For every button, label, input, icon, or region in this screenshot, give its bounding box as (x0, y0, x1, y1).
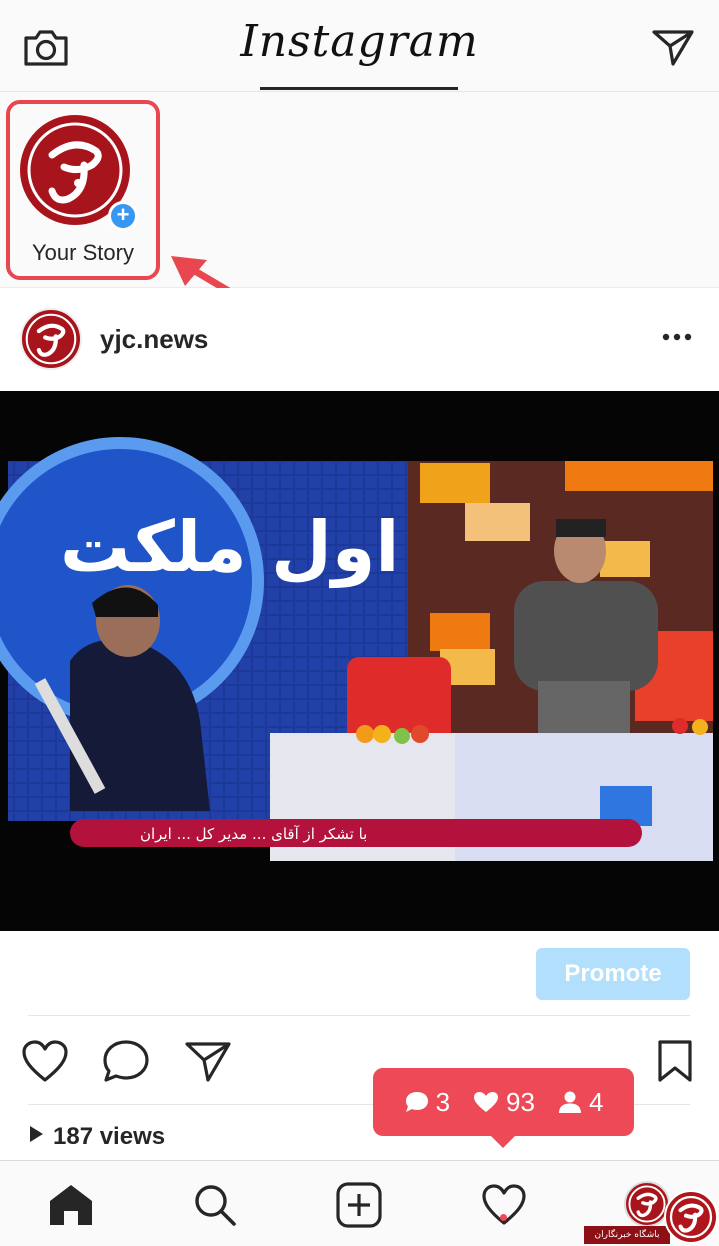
views-count[interactable]: 187 views (30, 1123, 165, 1151)
comments-stat: 3 (404, 1087, 450, 1118)
play-triangle-icon (30, 1126, 43, 1142)
ticker-text: با تشکر از آقای ... مدیر کل ... ایران (140, 825, 367, 843)
comment-bubble-icon (405, 1092, 428, 1112)
add-story-plus-icon[interactable]: + (108, 201, 138, 231)
top-bar: Instagram (0, 0, 719, 92)
comments-count: 3 (435, 1086, 451, 1117)
more-horizontal-icon[interactable] (661, 322, 693, 352)
heart-filled-icon (474, 1092, 499, 1112)
person-icon (558, 1091, 581, 1113)
post-author-avatar[interactable] (20, 308, 82, 370)
heart-icon[interactable] (20, 1038, 70, 1084)
likes-stat: 93 (472, 1087, 535, 1118)
views-label: 187 views (53, 1123, 166, 1150)
activity-bubble[interactable]: 3 93 4 (373, 1068, 634, 1148)
your-story-label: Your Story (32, 240, 134, 265)
post-media[interactable]: اول ملکت با تشکر از آقای ... مدیر کل ...… (0, 391, 719, 931)
followers-count: 4 (588, 1086, 604, 1117)
post-video-frame: اول ملکت با تشکر از آقای ... مدیر کل ...… (0, 437, 713, 861)
comment-icon[interactable] (101, 1038, 151, 1084)
followers-stat: 4 (557, 1087, 603, 1118)
watermark-logo (664, 1190, 718, 1244)
search-icon[interactable] (190, 1181, 240, 1229)
yjc-logo-icon (628, 1185, 666, 1223)
post-header: yjc.news (0, 288, 719, 391)
likes-count: 93 (506, 1086, 535, 1117)
home-icon[interactable] (46, 1181, 96, 1229)
post-username[interactable]: yjc.news (100, 324, 208, 355)
direct-send-icon[interactable] (651, 26, 695, 68)
promote-button[interactable]: Promote (536, 948, 690, 1000)
watermark-text: باشگاه خبرنگاران (584, 1226, 670, 1244)
profile-avatar[interactable] (624, 1181, 670, 1227)
bookmark-icon[interactable] (650, 1038, 700, 1084)
app-logo: Instagram (240, 16, 479, 67)
activity-heart-icon[interactable] (479, 1181, 529, 1229)
share-icon[interactable] (183, 1038, 233, 1084)
yjc-logo-icon (25, 313, 77, 365)
notification-dot (500, 1214, 507, 1221)
logo-underline (260, 87, 458, 90)
stories-tray: + Your Story (0, 92, 719, 288)
yjc-logo-icon (669, 1195, 713, 1239)
promote-area: Promote (0, 931, 719, 1015)
new-post-icon[interactable] (334, 1181, 384, 1229)
show-logo-text: اول ملکت (60, 506, 399, 588)
